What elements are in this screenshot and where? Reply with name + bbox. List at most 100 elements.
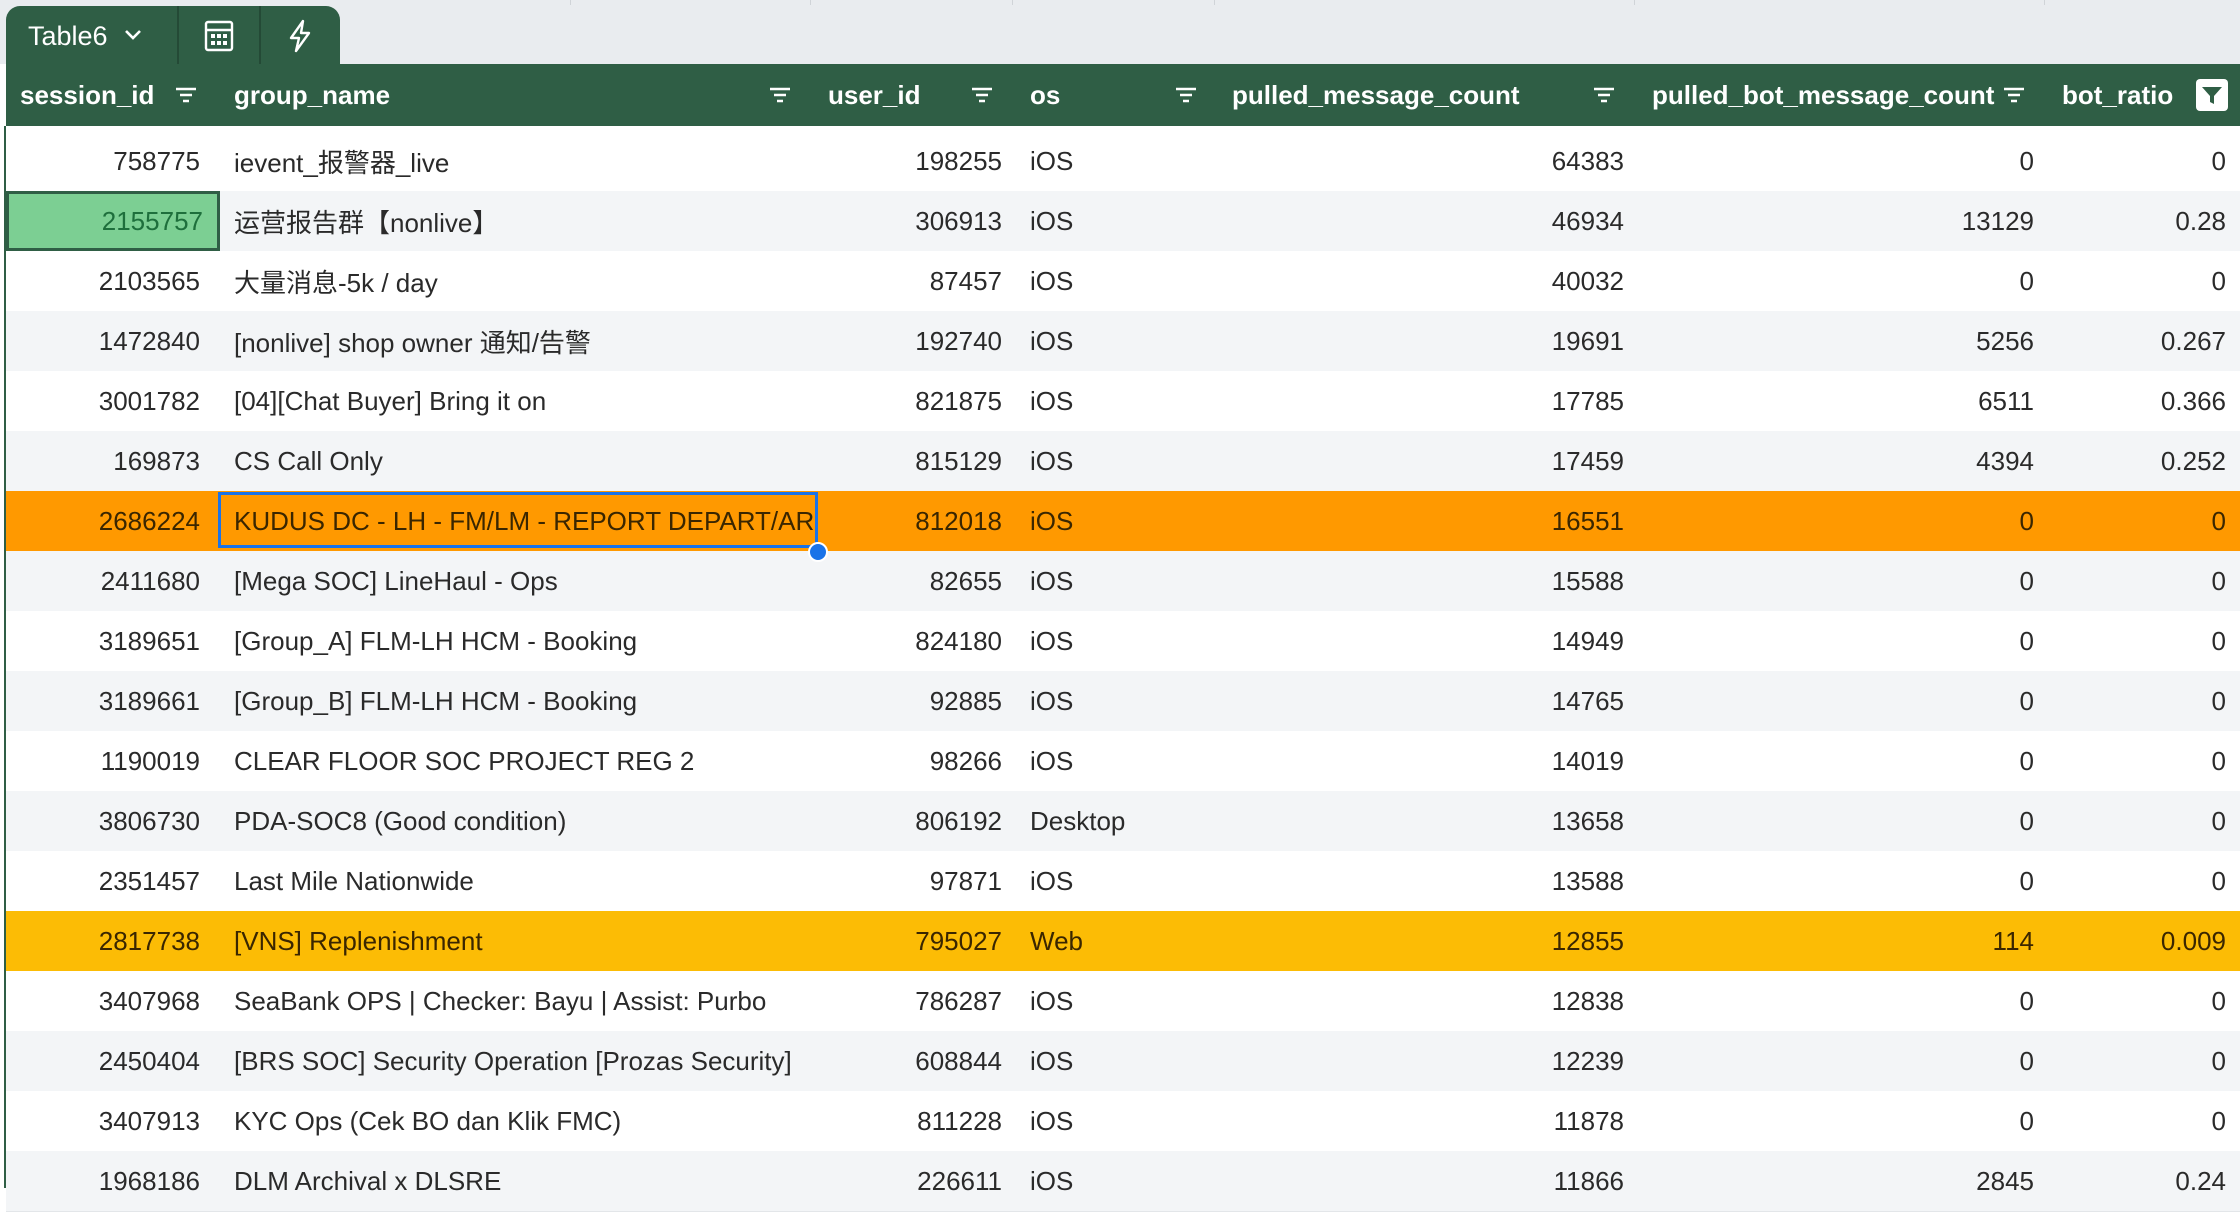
cell-os[interactable]: Desktop (1030, 791, 1218, 851)
column-header-user-id[interactable]: user_id (814, 64, 1016, 126)
cell-group-name[interactable]: [Group_A] FLM-LH HCM - Booking (234, 611, 814, 671)
cell-user-id[interactable]: 812018 (814, 491, 1002, 551)
cell-session-id[interactable]: 2817738 (6, 911, 200, 971)
cell-pulled-bot-message-count[interactable]: 114 (1638, 911, 2034, 971)
cell-group-name[interactable]: ievent_报警器_live (234, 131, 814, 191)
cell-pulled-message-count[interactable]: 11878 (1218, 1091, 1624, 1151)
cell-group-name[interactable]: KYC Ops (Cek BO dan Klik FMC) (234, 1091, 814, 1151)
calculator-icon[interactable] (179, 6, 258, 66)
filter-icon[interactable] (968, 81, 996, 109)
cell-pulled-bot-message-count[interactable]: 0 (1638, 491, 2034, 551)
cell-pulled-bot-message-count[interactable]: 2845 (1638, 1151, 2034, 1211)
filter-icon[interactable] (2000, 81, 2028, 109)
cell-pulled-bot-message-count[interactable]: 0 (1638, 251, 2034, 311)
cell-pulled-message-count[interactable]: 16551 (1218, 491, 1624, 551)
table-row[interactable]: 758775 ievent_报警器_live 198255 iOS 64383 0 0 (6, 131, 2240, 192)
column-header-bot-ratio[interactable]: bot_ratio (2048, 64, 2240, 126)
cell-os[interactable]: iOS (1030, 251, 1218, 311)
cell-pulled-message-count[interactable]: 14019 (1218, 731, 1624, 791)
cell-group-name[interactable]: [VNS] Replenishment (234, 911, 814, 971)
chevron-down-icon[interactable] (122, 21, 144, 52)
cell-os[interactable]: iOS (1030, 851, 1218, 911)
column-header-session-id[interactable]: session_id (6, 64, 220, 126)
cell-session-id[interactable]: 3189651 (6, 611, 200, 671)
cell-bot-ratio[interactable]: 0.252 (2048, 431, 2226, 491)
cell-os[interactable]: iOS (1030, 431, 1218, 491)
cell-user-id[interactable]: 92885 (814, 671, 1002, 731)
cell-os[interactable]: iOS (1030, 1151, 1218, 1211)
cell-bot-ratio[interactable]: 0.28 (2048, 191, 2226, 251)
filter-icon[interactable] (172, 81, 200, 109)
cell-pulled-message-count[interactable]: 64383 (1218, 131, 1624, 191)
cell-os[interactable]: iOS (1030, 371, 1218, 431)
cell-bot-ratio[interactable]: 0 (2048, 971, 2226, 1031)
cell-session-id[interactable]: 2103565 (6, 251, 200, 311)
column-header-pulled-message-count[interactable]: pulled_message_count (1218, 64, 1638, 126)
cell-session-id[interactable]: 3806730 (6, 791, 200, 851)
table-name-tab[interactable]: Table6 (6, 6, 177, 66)
cell-session-id[interactable]: 3001782 (6, 371, 200, 431)
cell-pulled-bot-message-count[interactable]: 0 (1638, 671, 2034, 731)
table-row[interactable]: 3189651 [Group_A] FLM-LH HCM - Booking 824… (6, 611, 2240, 672)
filter-active-icon[interactable] (2196, 79, 2228, 111)
cell-pulled-bot-message-count[interactable]: 4394 (1638, 431, 2034, 491)
cell-group-name[interactable]: [BRS SOC] Security Operation [Prozas Sec… (234, 1031, 814, 1091)
cell-user-id[interactable]: 821875 (814, 371, 1002, 431)
cell-session-id[interactable]: 2351457 (6, 851, 200, 911)
column-header-group-name[interactable]: group_name (220, 64, 814, 126)
cell-session-id[interactable]: 1472840 (6, 311, 200, 371)
cell-session-id[interactable]: 3407968 (6, 971, 200, 1031)
cell-user-id[interactable]: 815129 (814, 431, 1002, 491)
cell-user-id[interactable]: 806192 (814, 791, 1002, 851)
cell-pulled-message-count[interactable]: 12838 (1218, 971, 1624, 1031)
cell-session-id[interactable]: 2450404 (6, 1031, 200, 1091)
filter-icon[interactable] (766, 81, 794, 109)
cell-pulled-message-count[interactable]: 17785 (1218, 371, 1624, 431)
cell-bot-ratio[interactable]: 0 (2048, 251, 2226, 311)
cell-bot-ratio[interactable]: 0 (2048, 731, 2226, 791)
cell-pulled-bot-message-count[interactable]: 0 (1638, 551, 2034, 611)
cell-os[interactable]: iOS (1030, 971, 1218, 1031)
cell-session-id[interactable]: 3189661 (6, 671, 200, 731)
cell-pulled-message-count[interactable]: 12239 (1218, 1031, 1624, 1091)
cell-os[interactable]: iOS (1030, 131, 1218, 191)
cell-pulled-bot-message-count[interactable]: 0 (1638, 131, 2034, 191)
table-row[interactable]: 2351457 Last Mile Nationwide 97871 iOS 13588… (6, 851, 2240, 912)
cell-os[interactable]: iOS (1030, 311, 1218, 371)
cell-pulled-message-count[interactable]: 14765 (1218, 671, 1624, 731)
cell-pulled-bot-message-count[interactable]: 0 (1638, 1091, 2034, 1151)
cell-bot-ratio[interactable]: 0 (2048, 491, 2226, 551)
cell-group-name[interactable]: [04][Chat Buyer] Bring it on (234, 371, 814, 431)
cell-group-name[interactable]: PDA-SOC8 (Good condition) (234, 791, 814, 851)
table-row[interactable]: 169873 CS Call Only 815129 iOS 17459 4394 0.25… (6, 431, 2240, 492)
cell-pulled-bot-message-count[interactable]: 0 (1638, 971, 2034, 1031)
table-row[interactable]: 2450404 [BRS SOC] Security Operation [Pro… (6, 1031, 2240, 1092)
cell-group-name[interactable]: DLM Archival x DLSRE (234, 1151, 814, 1211)
cell-bot-ratio[interactable]: 0 (2048, 1091, 2226, 1151)
cell-pulled-bot-message-count[interactable]: 0 (1638, 731, 2034, 791)
table-row[interactable]: 1472840 [nonlive] shop owner 通知/告警 192740 i… (6, 311, 2240, 372)
cell-user-id[interactable]: 811228 (814, 1091, 1002, 1151)
cell-pulled-bot-message-count[interactable]: 0 (1638, 611, 2034, 671)
cell-session-id[interactable]: 758775 (6, 131, 200, 191)
table-row[interactable]: 2155757 运营报告群【nonlive】306913 iOS4693413129… (6, 191, 2240, 252)
cell-os[interactable]: iOS (1030, 731, 1218, 791)
cell-bot-ratio[interactable]: 0 (2048, 1031, 2226, 1091)
cell-group-name[interactable]: [Group_B] FLM-LH HCM - Booking (234, 671, 814, 731)
cell-group-name[interactable]: CS Call Only (234, 431, 814, 491)
cell-bot-ratio[interactable]: 0.009 (2048, 911, 2226, 971)
cell-user-id[interactable]: 192740 (814, 311, 1002, 371)
table-row[interactable]: 3189661 [Group_B] FLM-LH HCM - Booking 928… (6, 671, 2240, 732)
table-row[interactable]: 3407968 SeaBank OPS | Checker: Bayu | Ass… (6, 971, 2240, 1032)
cell-os[interactable]: iOS (1030, 1031, 1218, 1091)
table-row[interactable]: 2817738 [VNS] Replenishment 795027 Web 12855… (6, 911, 2240, 972)
table-row[interactable]: 2686224 KUDUS DC - LH - FM/LM - REPORT DE… (6, 491, 2240, 552)
cell-pulled-message-count[interactable]: 14949 (1218, 611, 1624, 671)
cell-os[interactable]: iOS (1030, 191, 1218, 251)
cell-group-name[interactable]: 大量消息-5k / day (234, 251, 814, 311)
cell-bot-ratio[interactable]: 0 (2048, 131, 2226, 191)
cell-pulled-message-count[interactable]: 46934 (1218, 191, 1624, 251)
cell-user-id[interactable]: 226611 (814, 1151, 1002, 1211)
table-row[interactable]: 1968186 DLM Archival x DLSRE 226611 iOS 1186… (6, 1151, 2240, 1212)
table-row[interactable]: 2103565 大量消息-5k / day 87457 iOS 40032 0 0 (6, 251, 2240, 312)
